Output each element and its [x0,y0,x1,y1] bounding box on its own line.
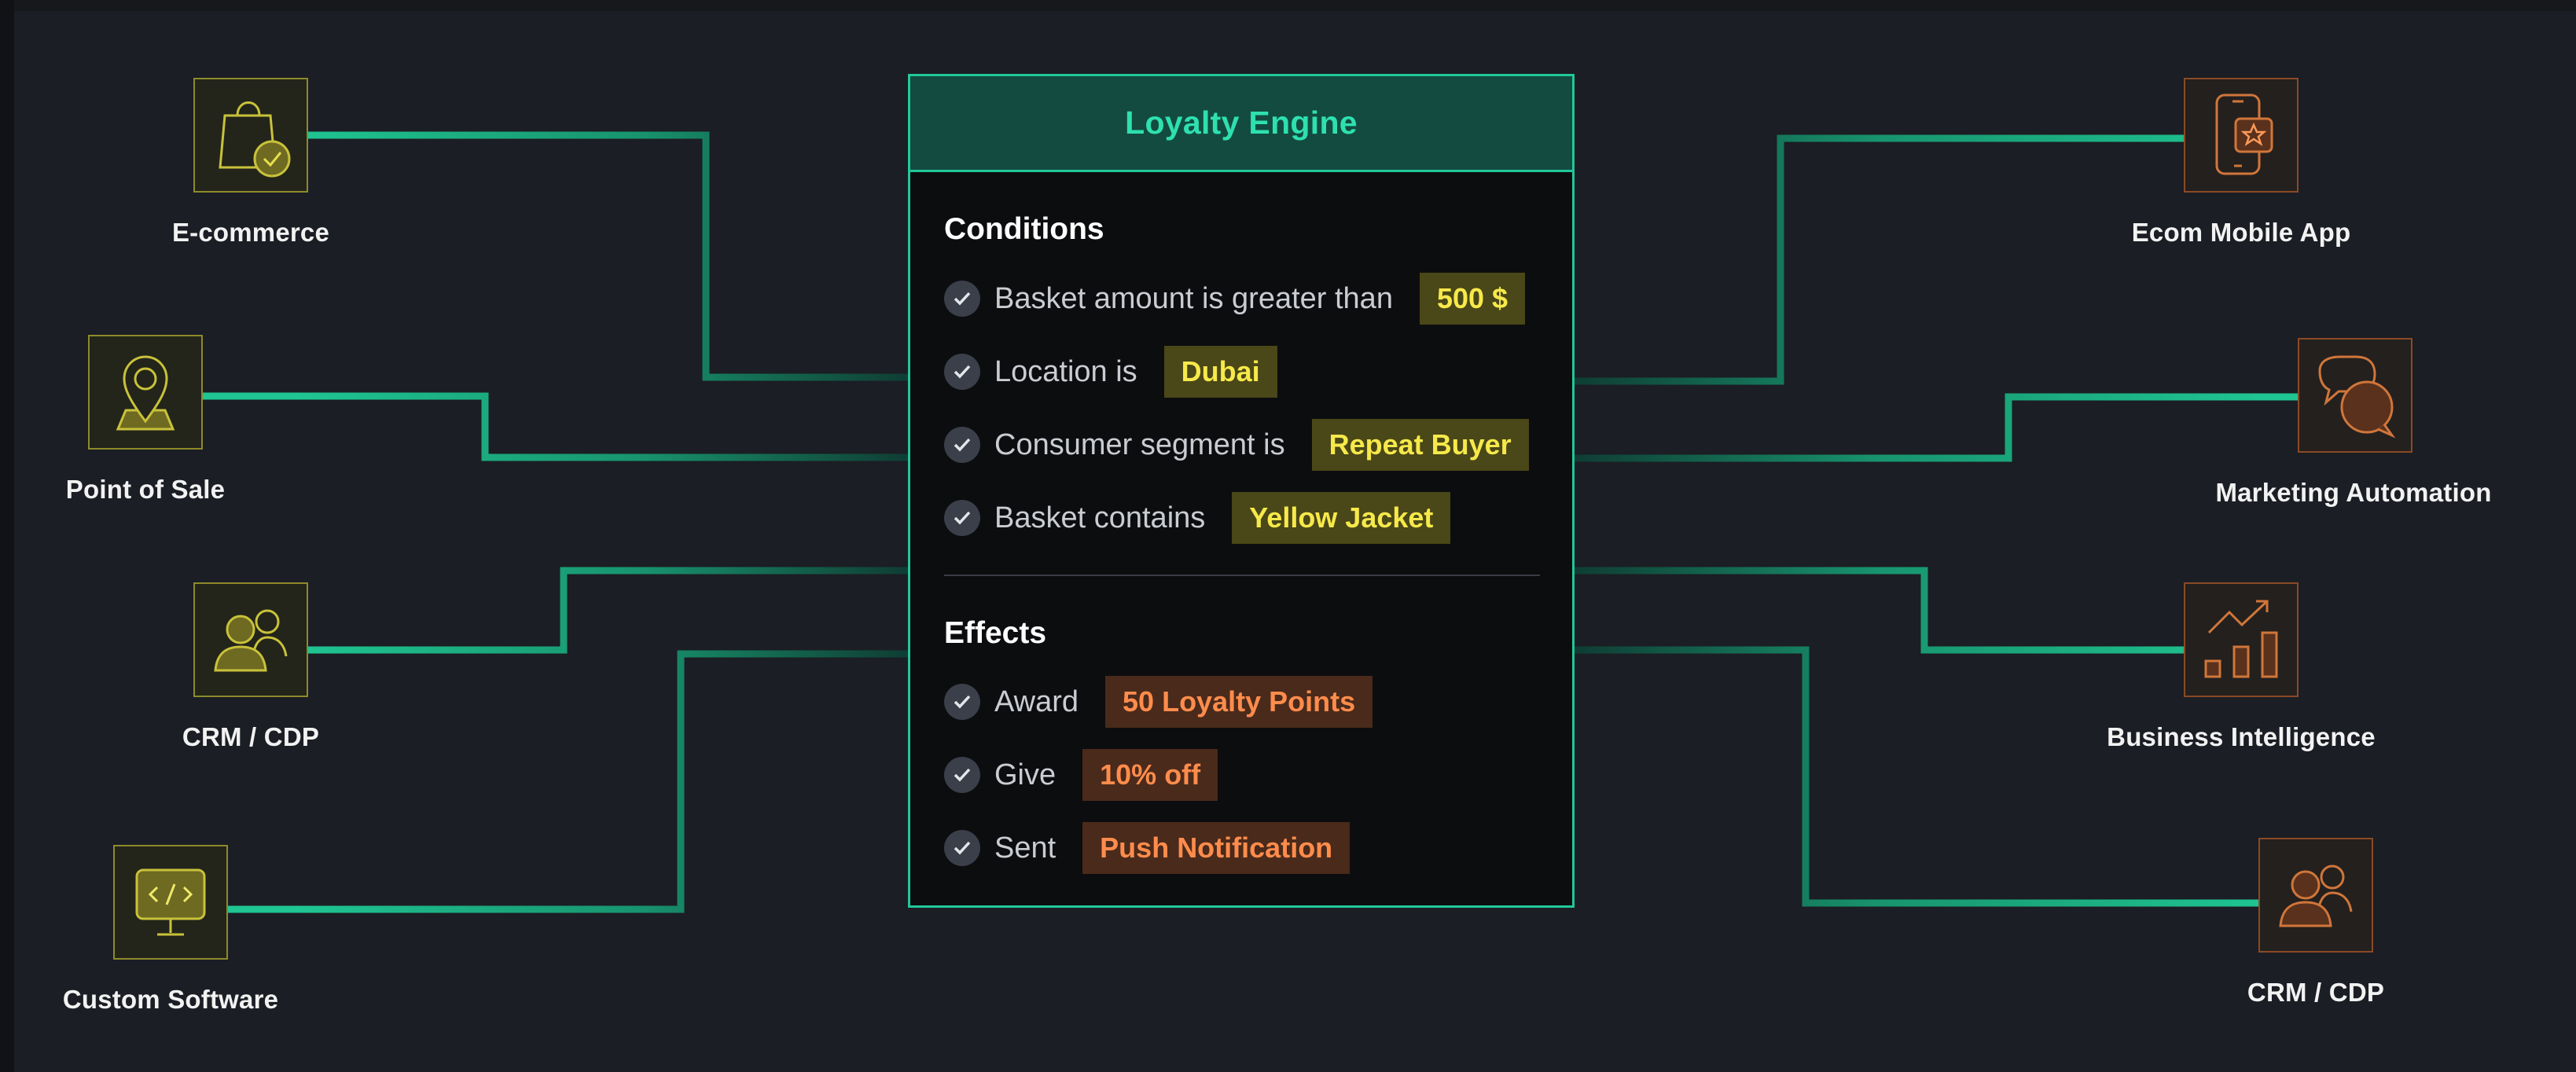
wire-business-intelligence [1575,567,2184,654]
effect-text: Sent [994,831,1056,865]
condition-value-chip[interactable]: Yellow Jacket [1232,492,1451,544]
engine-title: Loyalty Engine [1125,105,1358,141]
ecom-mobile-app-label: Ecom Mobile App [2131,218,2351,247]
map-pin-icon [116,355,175,431]
marketing-automation-label: Marketing Automation [2215,478,2492,507]
condition-row: Basket contains Yellow Jacket [944,492,1451,544]
effect-row: Give 10% off [944,749,1218,801]
wire-crm-source [308,567,908,654]
mobile-star-icon [2215,94,2273,175]
ecommerce-label: E-commerce [171,218,330,247]
code-monitor-icon [135,868,206,936]
wire-custom-software [228,650,908,913]
crm-cdp-destination-label: CRM / CDP [2247,978,2385,1007]
crm-cdp-destination-node[interactable] [2258,838,2373,953]
crm-cdp-source-label: CRM / CDP [182,722,320,751]
business-intelligence-node[interactable] [2184,582,2299,697]
conditions-title: Conditions [944,212,1104,246]
crm-cdp-source-node[interactable] [193,582,308,697]
shopping-bag-check-icon [219,101,291,178]
loyalty-engine-card: Loyalty Engine Conditions Basket amount … [908,74,1575,908]
condition-value-chip[interactable]: Repeat Buyer [1311,419,1529,471]
effect-value-chip[interactable]: Push Notification [1082,822,1350,874]
users-icon [214,609,288,672]
condition-text: Location is [994,354,1137,388]
check-icon [944,427,980,463]
effect-row: Award 50 Loyalty Points [944,676,1373,728]
ecom-mobile-app-node[interactable] [2184,78,2299,193]
wire-crm-destination [1575,646,2258,907]
effects-title: Effects [944,616,1047,650]
wire-marketing-automation [1575,393,2298,462]
effect-value-chip[interactable]: 10% off [1082,749,1218,801]
ecommerce-node[interactable] [193,78,308,193]
chat-bubbles-icon [2318,355,2396,439]
check-icon [944,500,980,536]
condition-row: Consumer segment is Repeat Buyer [944,419,1529,471]
condition-row: Location is Dubai [944,346,1277,398]
condition-text: Basket contains [994,501,1206,534]
marketing-automation-node[interactable] [2298,338,2412,453]
custom-software-node[interactable] [113,845,228,960]
integration-diagram: E-commerce Point of Sale CRM / CDP Custo… [0,0,2576,1072]
effect-value-chip[interactable]: 50 Loyalty Points [1105,676,1373,728]
check-icon [944,281,980,317]
condition-row: Basket amount is greater than 500 $ [944,273,1526,325]
point-of-sale-label: Point of Sale [65,475,226,504]
wire-ecom-mobile-app [1575,134,2184,385]
bar-chart-trend-icon [2204,600,2278,678]
effect-row: Sent Push Notification [944,822,1350,874]
users-icon [2279,865,2353,927]
condition-value-chip[interactable]: Dubai [1163,346,1277,398]
condition-text: Basket amount is greater than [994,281,1393,315]
section-divider [944,575,1540,576]
check-icon [944,354,980,390]
custom-software-label: Custom Software [62,985,279,1014]
check-icon [944,684,980,720]
effect-text: Give [994,758,1056,791]
condition-text: Consumer segment is [994,428,1285,461]
effect-text: Award [994,685,1079,718]
point-of-sale-node[interactable] [88,335,203,450]
check-icon [944,757,980,793]
check-icon [944,830,980,866]
engine-header: Loyalty Engine [910,76,1572,172]
business-intelligence-label: Business Intelligence [2107,722,2376,751]
wire-point-of-sale [203,392,908,461]
wire-ecommerce [308,131,908,381]
condition-value-chip[interactable]: 500 $ [1419,273,1526,325]
